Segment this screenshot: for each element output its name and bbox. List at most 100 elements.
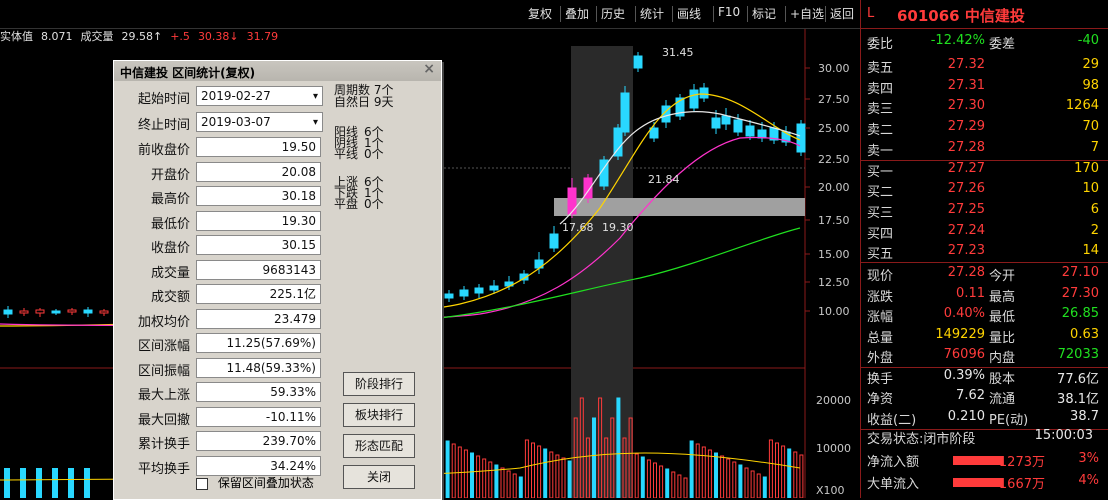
- weibi-value: -12.42%: [930, 33, 985, 48]
- volume-bar: [726, 458, 731, 498]
- volume-bar: [781, 445, 786, 498]
- bid-row[interactable]: 买三 27.25 6: [861, 202, 1108, 222]
- ask-row[interactable]: 卖一 27.28 7: [861, 140, 1108, 160]
- flow-label: 净流入额: [867, 455, 920, 470]
- level-label: 卖三: [867, 102, 894, 118]
- volume-bar: [488, 461, 493, 498]
- toolbar-button-0[interactable]: 复权: [528, 5, 552, 22]
- ask-row[interactable]: 卖五 27.32 29: [861, 57, 1108, 77]
- volume-bar: [512, 473, 517, 498]
- level-volume: 14: [1082, 243, 1099, 259]
- volume-bar: [537, 445, 542, 498]
- pattern-match-button[interactable]: 形态匹配: [343, 434, 415, 458]
- interval-stats-dialog: 中信建投 区间统计(复权) × 起始时间 2019-02-27 ▾ 终止时间 2…: [113, 60, 442, 500]
- toolbar-separator: [560, 6, 561, 22]
- stat-label: 外盘: [867, 351, 894, 366]
- start-date-picker[interactable]: 2019-02-27 ▾: [196, 86, 323, 106]
- volume-bar: [653, 462, 657, 498]
- volume-bar: [4, 468, 10, 498]
- stat-value-field: 11.25(57.69%): [196, 333, 321, 353]
- volume-bar: [555, 454, 560, 498]
- ask-row[interactable]: 卖二 27.29 70: [861, 119, 1108, 139]
- dialog-title-bar[interactable]: 中信建投 区间统计(复权) ×: [114, 61, 441, 81]
- volume-bar: [714, 452, 718, 498]
- fund-flow-row: 大单流入 1667万 4%: [861, 473, 1108, 493]
- checkbox-icon[interactable]: [196, 477, 208, 490]
- bid-row[interactable]: 买一 27.27 170: [861, 161, 1108, 181]
- toolbar-button-1[interactable]: 叠加: [565, 5, 589, 22]
- level-label: 买二: [867, 185, 894, 201]
- sector-rank-button[interactable]: 板块排行: [343, 403, 415, 427]
- candle-stat-label: 平线: [334, 147, 359, 161]
- level-price: 27.32: [947, 57, 985, 72]
- volume-bar: [592, 417, 596, 498]
- toolbar-button-3[interactable]: 统计: [640, 5, 664, 22]
- candle-body: [19, 310, 29, 314]
- toolbar-separator: [747, 6, 748, 22]
- level-label: 买一: [867, 164, 894, 180]
- volume-bar: [543, 448, 548, 498]
- stat-label: 今开: [989, 269, 1016, 284]
- flow-bar: [953, 478, 1003, 487]
- stock-code-name: 601066 中信建投: [897, 7, 1025, 25]
- candle-body: [567, 187, 577, 215]
- volume-bar: [20, 468, 26, 498]
- stat-value-field: 239.70%: [196, 431, 321, 451]
- flow-value: 1667万: [998, 477, 1045, 492]
- indicator-readout: 实体值 8.071 成交量 29.58↑ +.5 30.38↓ 31.79: [0, 28, 560, 46]
- ask-row[interactable]: 卖三 27.30 1264: [861, 98, 1108, 118]
- keep-overlay-checkbox[interactable]: 保留区间叠加状态: [196, 474, 314, 491]
- bid-row[interactable]: 买四 27.24 2: [861, 223, 1108, 243]
- stat-label: 开盘价: [150, 167, 190, 183]
- volume-bar: [470, 452, 474, 498]
- bid-row[interactable]: 买五 27.23 14: [861, 243, 1108, 263]
- candle-stat: 平盘 0个: [334, 198, 384, 210]
- level-volume: 2: [1090, 222, 1099, 238]
- close-button[interactable]: 关闭: [343, 465, 415, 489]
- toolbar-button-2[interactable]: 历史: [601, 5, 625, 22]
- quote-stat-row: 换手 0.39% 股本 77.6亿: [861, 368, 1108, 388]
- candle-body: [796, 123, 806, 153]
- price-tick: 27.50: [818, 93, 850, 106]
- level-price: 27.28: [947, 139, 985, 155]
- natural-days-value: 9天: [373, 95, 394, 109]
- level-price: 27.26: [947, 181, 985, 197]
- volume-bar: [445, 440, 450, 498]
- toolbar-button-8[interactable]: 返回: [830, 5, 854, 22]
- start-time-label: 起始时间: [137, 92, 190, 107]
- stat-value-field: 19.30: [196, 210, 321, 231]
- quote-stat-row: 外盘 76096 内盘 72033: [861, 347, 1108, 367]
- dialog-close-icon[interactable]: ×: [423, 61, 435, 77]
- chevron-down-icon[interactable]: ▾: [313, 113, 318, 132]
- end-time-label: 终止时间: [137, 118, 190, 133]
- price-tick: 12.50: [818, 276, 850, 289]
- trade-status-time: 15:00:03: [1034, 428, 1093, 443]
- price-tick: 30.00: [818, 62, 850, 75]
- candle-body: [549, 233, 559, 249]
- bid-row[interactable]: 买二 27.26 10: [861, 181, 1108, 201]
- checkbox-label: 保留区间叠加状态: [217, 476, 314, 490]
- chevron-down-icon[interactable]: ▾: [313, 87, 318, 106]
- level-price: 27.30: [947, 98, 985, 114]
- toolbar-button-6[interactable]: 标记: [752, 5, 776, 22]
- volume-bar: [701, 446, 706, 498]
- toolbar-button-4[interactable]: 画线: [677, 5, 701, 22]
- stat-value-field: 34.24%: [196, 455, 321, 476]
- volume-bar: [531, 442, 535, 498]
- end-date-picker[interactable]: 2019-03-07 ▾: [196, 112, 323, 132]
- toolbar-button-5[interactable]: F10: [718, 5, 740, 19]
- stat-label: 累计换手: [137, 437, 190, 452]
- stat-value: 0.40%: [943, 306, 985, 321]
- stat-label: 涨幅: [867, 310, 894, 325]
- stage-rank-button[interactable]: 阶段排行: [343, 372, 415, 396]
- toolbar-button-7[interactable]: +自选: [790, 5, 824, 22]
- level-price: 27.23: [947, 243, 985, 259]
- toolbar-separator: [825, 6, 826, 22]
- volume-bar: [659, 465, 664, 498]
- stat-value: 72033: [1057, 347, 1099, 362]
- level-volume: 98: [1082, 77, 1099, 93]
- ask-row[interactable]: 卖四 27.31 98: [861, 78, 1108, 98]
- candle-stat-value: 0个: [364, 147, 384, 161]
- price-tick: 10.00: [818, 305, 850, 318]
- volume-bar: [689, 440, 694, 498]
